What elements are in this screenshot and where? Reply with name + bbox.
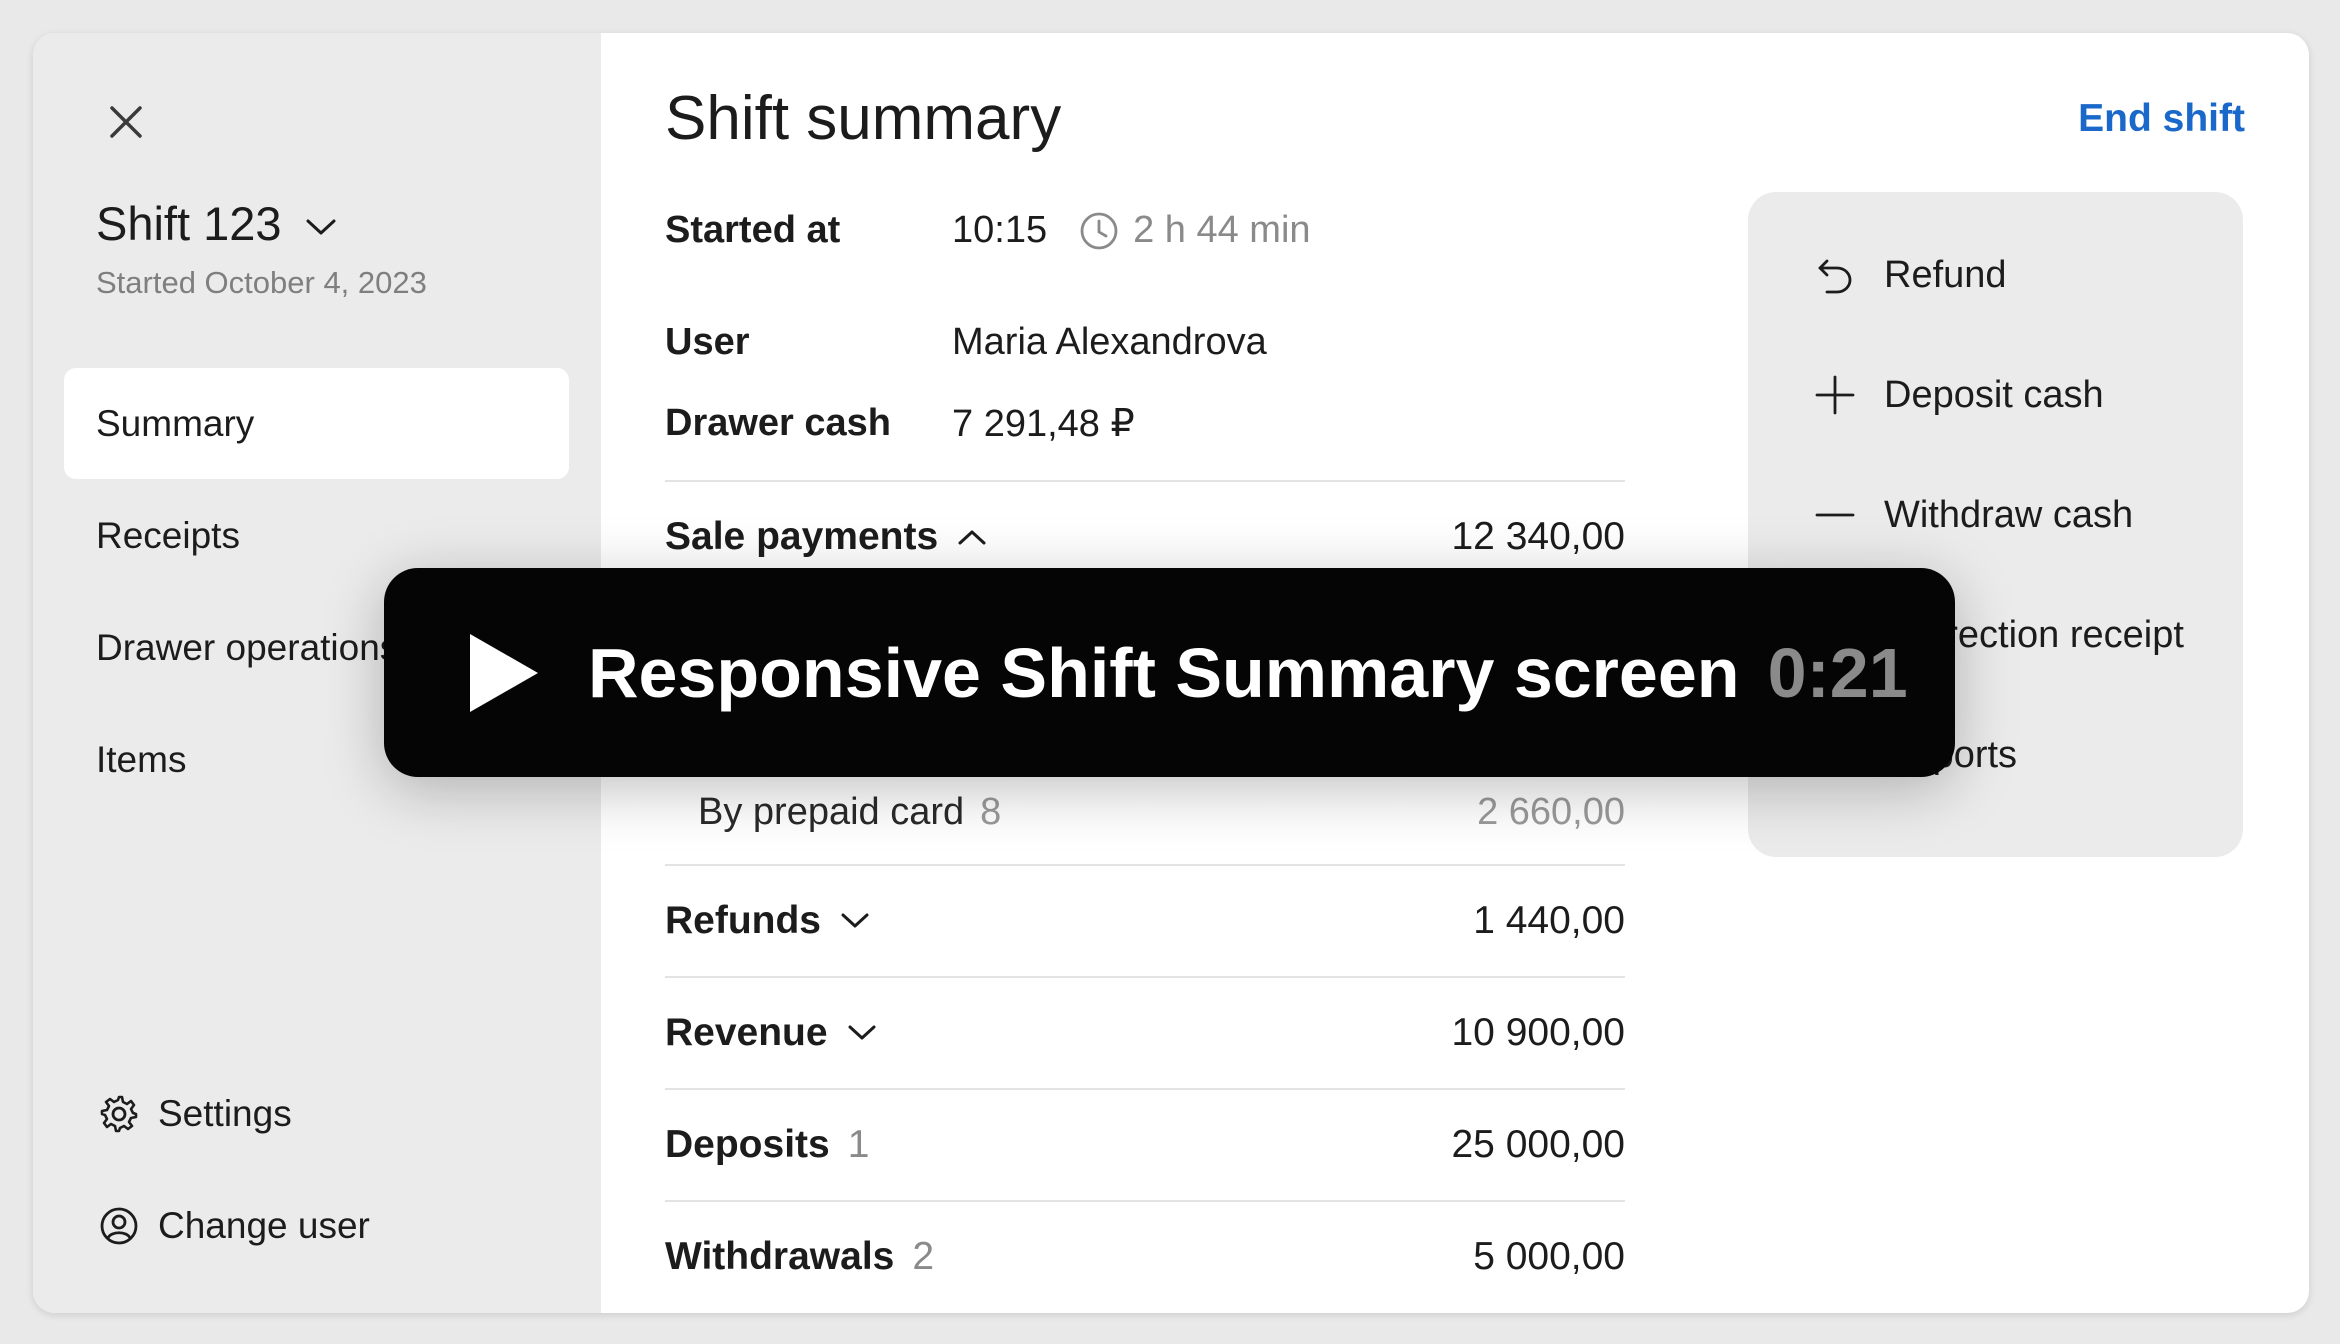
shift-title: Shift 123 [96, 197, 282, 250]
close-icon [110, 106, 142, 138]
minus-icon [1812, 492, 1858, 538]
shift-selector[interactable]: Shift 123 [96, 196, 338, 251]
drawer-cash-label: Drawer cash [665, 402, 892, 444]
prepaid-card-label: By prepaid card [698, 791, 965, 833]
deposits-row[interactable]: Deposits 1 25 000,00 [665, 1088, 1625, 1200]
plus-icon [1812, 372, 1858, 418]
user-circle-icon [96, 1203, 142, 1249]
video-banner[interactable]: Responsive Shift Summary screen 0:21 [384, 568, 1955, 777]
withdrawals-count: 2 [912, 1235, 935, 1278]
refund-action[interactable]: Refund [1812, 252, 2007, 298]
prepaid-card-count: 8 [980, 791, 1002, 833]
revenue-label: Revenue [665, 1011, 828, 1054]
settings-label: Settings [158, 1093, 292, 1134]
user-value: Maria Alexandrova [952, 321, 1267, 363]
close-button[interactable] [97, 93, 155, 151]
prepaid-card-amount: 2 660,00 [1477, 791, 1625, 833]
withdraw-cash-label: Withdraw cash [1884, 493, 2134, 536]
refunds-row[interactable]: Refunds 1 440,00 [665, 864, 1625, 976]
chevron-up-icon [956, 527, 988, 547]
user-label: User [665, 321, 750, 363]
sale-payments-amount: 12 340,00 [1451, 515, 1625, 558]
deposits-amount: 25 000,00 [1451, 1123, 1625, 1166]
deposits-count: 1 [847, 1123, 870, 1166]
sale-payments-label: Sale payments [665, 515, 939, 558]
change-user-button[interactable]: Change user [96, 1203, 370, 1249]
deposit-cash-action[interactable]: Deposit cash [1812, 372, 2104, 418]
gear-icon [96, 1091, 142, 1137]
deposit-cash-label: Deposit cash [1884, 373, 2104, 416]
shift-duration: 2 h 44 min [1079, 209, 1311, 252]
withdraw-cash-action[interactable]: Withdraw cash [1812, 492, 2133, 538]
shift-subtitle: Started October 4, 2023 [96, 265, 427, 300]
clock-icon [1080, 212, 1118, 249]
withdrawals-label: Withdrawals [665, 1235, 895, 1278]
started-at-value: 10:15 [952, 209, 1048, 251]
user-row: User Maria Alexandrova [665, 321, 1267, 364]
revenue-amount: 10 900,00 [1451, 1011, 1625, 1054]
withdrawals-row[interactable]: Withdrawals 2 5 000,00 [665, 1200, 1625, 1312]
video-duration: 0:21 [1767, 633, 1908, 712]
prepaid-card-row: By prepaid card 8 2 660,00 [698, 791, 1625, 834]
shift-duration-value: 2 h 44 min [1133, 209, 1311, 251]
sidebar-item-summary[interactable]: Summary [64, 368, 569, 479]
video-title: Responsive Shift Summary screen [588, 633, 1740, 712]
drawer-cash-row: Drawer cash 7 291,48 ₽ [665, 401, 1135, 446]
play-icon[interactable] [466, 630, 542, 716]
refunds-amount: 1 440,00 [1473, 899, 1625, 942]
chevron-down-icon [846, 1023, 878, 1043]
page-title: Shift summary [665, 84, 1062, 153]
started-at-row: Started at 10:15 2 h 44 min [665, 209, 1311, 252]
drawer-cash-value: 7 291,48 ₽ [952, 403, 1135, 445]
undo-icon [1812, 252, 1858, 298]
settings-button[interactable]: Settings [96, 1091, 292, 1137]
end-shift-button[interactable]: End shift [2078, 97, 2245, 141]
chevron-down-icon [306, 219, 336, 234]
started-at-label: Started at [665, 209, 841, 251]
refund-label: Refund [1884, 253, 2007, 296]
change-user-label: Change user [158, 1205, 370, 1246]
withdrawals-amount: 5 000,00 [1473, 1235, 1625, 1278]
refunds-label: Refunds [665, 899, 821, 942]
revenue-row[interactable]: Revenue 10 900,00 [665, 976, 1625, 1088]
chevron-down-icon [839, 911, 871, 931]
deposits-label: Deposits [665, 1123, 830, 1166]
